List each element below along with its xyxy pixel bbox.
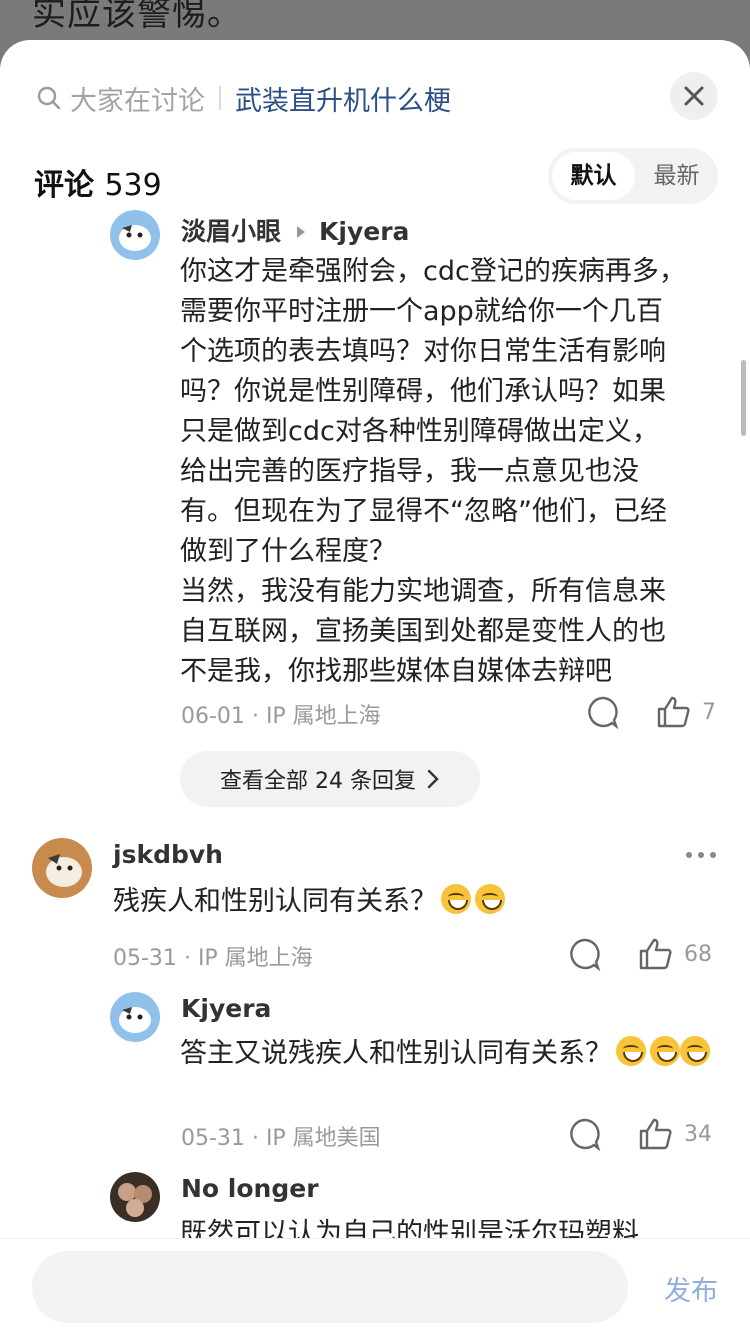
comment-author[interactable]: jskdbvh — [113, 840, 223, 869]
comment-date: 05-31 — [181, 1126, 245, 1151]
comment-icon — [588, 696, 619, 729]
comment-ip: IP 属地美国 — [265, 1126, 381, 1151]
comment-date: 06-01 — [181, 704, 245, 729]
search-icon — [37, 86, 61, 110]
reply-button[interactable] — [567, 1117, 601, 1151]
like-count: 7 — [702, 699, 716, 725]
text-line: 只是做到cdc对各种性别障碍做出定义， — [180, 416, 659, 447]
sweat-smile-emoji — [650, 1036, 680, 1066]
reply-to-name[interactable]: Kjyera — [319, 217, 409, 246]
more-icon — [686, 852, 692, 858]
comment-meta: 06-01 · IP 属地上海 — [181, 698, 381, 730]
text-line: 不是我，你找那些媒体自媒体去辩吧 — [180, 656, 612, 687]
text-line: 吗？你说是性别障碍，他们承认吗？如果 — [180, 376, 666, 407]
trending-topic[interactable]: 武装直升机什么梗 — [235, 79, 451, 118]
comments-count: 539 — [104, 168, 162, 203]
comment-text: 答主又说残疾人和性别认同有关系？ — [180, 1034, 710, 1074]
avatar[interactable] — [110, 1172, 160, 1222]
comment-text: 残疾人和性别认同有关系？ — [113, 882, 713, 922]
like-icon — [639, 938, 672, 970]
comment-icon — [570, 1118, 601, 1151]
background-text: 实应该警惕。 — [32, 0, 242, 34]
text-line: 有。但现在为了显得不“忽略”他们，已经 — [180, 496, 667, 527]
reply-button[interactable] — [567, 937, 601, 971]
reply-arrow-icon — [297, 226, 306, 238]
sweat-smile-emoji — [680, 1036, 710, 1066]
sweat-smile-emoji — [441, 884, 471, 914]
comment-date: 05-31 — [113, 946, 177, 971]
sweat-smile-emoji — [616, 1036, 646, 1066]
comment-author[interactable]: No longer — [181, 1174, 319, 1203]
chevron-right-icon — [427, 769, 439, 789]
comment-sheet: 大家在讨论 武装直升机什么梗 评论 539 默认 最新 淡眉小眼 Kjyera 你… — [0, 40, 750, 1334]
comment-text: 你这才是牵强附会，cdc登记的疾病再多， 需要你平时注册一个app就给你一个几百… — [180, 252, 710, 692]
comment-meta: 05-31 · IP 属地美国 — [181, 1120, 381, 1152]
scrollbar[interactable] — [741, 360, 746, 436]
sort-toggle: 默认 最新 — [548, 148, 718, 204]
meta-separator: · — [183, 946, 191, 971]
like-count: 68 — [684, 941, 712, 967]
comment-ip: IP 属地上海 — [197, 946, 313, 971]
like-icon — [639, 1118, 672, 1150]
meta-separator: · — [251, 1126, 259, 1151]
sort-latest-tab[interactable]: 最新 — [635, 152, 718, 200]
like-button[interactable]: 34 — [638, 1117, 712, 1151]
text-line: 答主又说残疾人和性别认同有关系？ — [180, 1038, 612, 1069]
sort-default-tab[interactable]: 默认 — [552, 152, 635, 200]
discussion-search[interactable]: 大家在讨论 武装直升机什么梗 — [36, 79, 451, 118]
reply-button[interactable] — [585, 695, 619, 729]
text-line: 给出完善的医疗指导，我一点意见也没 — [180, 456, 639, 487]
view-replies-label: 查看全部 24 条回复 — [220, 769, 416, 794]
meta-separator: · — [251, 704, 259, 729]
like-icon — [657, 696, 690, 728]
like-count: 34 — [684, 1121, 712, 1147]
search-hint: 大家在讨论 — [70, 85, 205, 117]
publish-button[interactable]: 发布 — [664, 1269, 718, 1308]
comments-header: 评论 539 — [34, 160, 162, 204]
more-options-button[interactable] — [686, 852, 716, 858]
text-line: 自互联网，宣扬美国到处都是变性人的也 — [180, 616, 666, 647]
comment-author[interactable]: 淡眉小眼 Kjyera — [181, 212, 409, 248]
comment-author[interactable]: Kjyera — [181, 994, 271, 1023]
avatar[interactable] — [32, 838, 92, 898]
sweat-smile-emoji — [475, 884, 505, 914]
text-line: 做到了什么程度？ — [180, 536, 396, 567]
divider — [219, 86, 221, 110]
avatar[interactable] — [110, 210, 160, 260]
comment-meta: 05-31 · IP 属地上海 — [113, 940, 313, 972]
text-line: 需要你平时注册一个app就给你一个几百 — [180, 296, 663, 327]
close-icon — [684, 86, 704, 106]
text-line: 你这才是牵强附会，cdc登记的疾病再多， — [180, 256, 686, 287]
avatar[interactable] — [110, 992, 160, 1042]
comment-input[interactable] — [32, 1251, 628, 1323]
author-name[interactable]: 淡眉小眼 — [181, 217, 281, 246]
text-line: 残疾人和性别认同有关系？ — [113, 886, 437, 917]
close-button[interactable] — [670, 72, 718, 120]
view-all-replies-button[interactable]: 查看全部 24 条回复 — [180, 751, 480, 807]
like-button[interactable]: 7 — [656, 695, 716, 729]
like-button[interactable]: 68 — [638, 937, 712, 971]
comments-label: 评论 — [34, 168, 94, 203]
text-line: 个选项的表去填吗？对你日常生活有影响 — [180, 336, 666, 367]
comment-icon — [570, 938, 601, 971]
text-line: 当然，我没有能力实地调查，所有信息来 — [180, 576, 666, 607]
comment-input-bar: 发布 — [0, 1238, 750, 1334]
comment-ip: IP 属地上海 — [265, 704, 381, 729]
